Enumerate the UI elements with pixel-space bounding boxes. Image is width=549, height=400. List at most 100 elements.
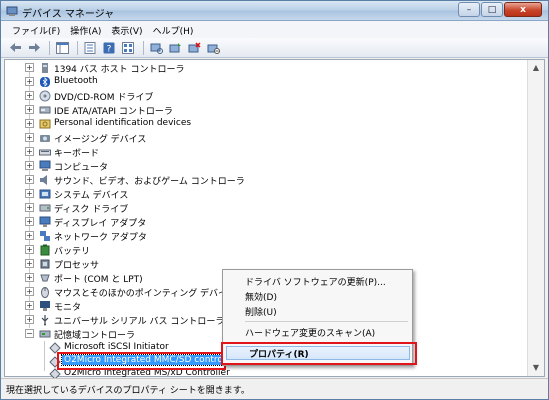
- menu-bar: ファイル(F) 操作(A) 表示(V) ヘルプ(H): [1, 21, 548, 38]
- tree-node-label: Personal identification devices: [54, 118, 192, 128]
- maximize-button[interactable]: □: [481, 2, 503, 17]
- context-menu-disable[interactable]: 無効(D): [223, 289, 412, 303]
- expand-toggle-icon[interactable]: +: [25, 301, 34, 310]
- tree-node-label: ディスク ドライブ: [54, 205, 129, 215]
- scroll-up-arrow-icon[interactable]: ▲: [528, 60, 544, 76]
- tree-node-label: DVD/CD-ROM ドライブ: [54, 93, 154, 103]
- properties-icon[interactable]: [82, 40, 98, 55]
- fingerprint-device-icon: [39, 119, 51, 129]
- expand-toggle-icon[interactable]: +: [25, 273, 34, 282]
- tree-node-label: IDE ATA/ATAPI コントローラ: [54, 107, 173, 117]
- scan-hardware-icon[interactable]: [148, 40, 164, 55]
- help-icon[interactable]: ?: [101, 40, 117, 55]
- device-manager-icon: [6, 6, 18, 16]
- device-manager-window: デバイス マネージャ – □ x ファイル(F) 操作(A) 表示(V) ヘルプ…: [0, 0, 549, 400]
- tree-node-label: イメージング デバイス: [54, 135, 147, 145]
- title-bar[interactable]: デバイス マネージャ – □ x: [1, 1, 548, 21]
- tree-node-label: 記憶域コントローラ: [54, 331, 136, 341]
- expand-toggle-icon[interactable]: +: [25, 105, 34, 114]
- close-button[interactable]: x: [504, 2, 542, 17]
- show-hide-tree-icon[interactable]: [54, 40, 70, 55]
- usb-icon: [41, 315, 49, 326]
- svg-text:?: ?: [107, 44, 112, 54]
- expand-toggle-icon[interactable]: +: [25, 231, 34, 240]
- toolbar-separator: [49, 40, 50, 55]
- tree-node-label: マウスとそのほかのポインティング デバイス: [54, 289, 236, 299]
- tree-node-label: Microsoft iSCSI Initiator: [64, 342, 169, 352]
- expand-toggle-icon[interactable]: +: [25, 161, 34, 170]
- window-title: デバイス マネージャ: [22, 9, 115, 20]
- mouse-icon: [41, 287, 49, 298]
- callout-highlight-selected-node: [57, 352, 226, 370]
- tree-node-label: コンピュータ: [54, 163, 109, 173]
- ide-controller-icon: [39, 106, 51, 114]
- uninstall-icon[interactable]: [186, 40, 202, 55]
- system-device-icon: [39, 189, 51, 199]
- tree-node-label: サウンド、ビデオ、およびゲーム コントローラ: [54, 177, 245, 187]
- menu-view[interactable]: 表示(V): [106, 21, 147, 38]
- callout-highlight-properties: [221, 342, 417, 365]
- view-icon[interactable]: [120, 40, 136, 55]
- toolbar: ?: [1, 38, 548, 58]
- storage-controller-icon: [39, 330, 51, 338]
- expand-toggle-icon[interactable]: +: [25, 133, 34, 142]
- camera-icon: [40, 135, 50, 142]
- context-menu-update-driver[interactable]: ドライバ ソフトウェアの更新(P)...: [223, 274, 412, 288]
- tree-node-label: ユニバーサル シリアル バス コントローラ: [54, 317, 225, 327]
- tree-connector: [44, 341, 45, 371]
- expand-toggle-icon[interactable]: +: [25, 77, 34, 86]
- status-bar: 現在選択しているデバイスのプロパティ シートを開きます。: [1, 378, 548, 399]
- back-icon[interactable]: [7, 40, 23, 55]
- expand-toggle-icon[interactable]: +: [25, 315, 34, 324]
- collapse-toggle-icon[interactable]: −: [25, 329, 34, 338]
- expand-toggle-icon[interactable]: +: [25, 189, 34, 198]
- expand-toggle-icon[interactable]: +: [25, 287, 34, 296]
- expand-toggle-icon[interactable]: +: [25, 119, 34, 128]
- processor-icon: [40, 259, 50, 269]
- update-driver-icon[interactable]: [167, 40, 183, 55]
- battery-icon: [40, 244, 50, 256]
- menu-file[interactable]: ファイル(F): [7, 21, 65, 38]
- toolbar-separator: [77, 40, 78, 55]
- expand-toggle-icon[interactable]: +: [25, 217, 34, 226]
- tree-node-label: 1394 バス ホスト コントローラ: [54, 65, 185, 75]
- context-menu-uninstall[interactable]: 削除(U): [223, 304, 412, 318]
- window-controls: – □ x: [458, 2, 542, 17]
- display-adapter-icon: [39, 216, 51, 227]
- vertical-scrollbar[interactable]: ▲ ▼: [527, 60, 544, 376]
- expand-toggle-icon[interactable]: +: [25, 259, 34, 268]
- tree-node-label: ポート (COM と LPT): [54, 275, 143, 285]
- tree-node-label: キーボード: [54, 149, 100, 159]
- dvd-drive-icon: [39, 90, 51, 102]
- tree-node-label: プロセッサ: [54, 261, 100, 271]
- tree-node-label: システム デバイス: [54, 191, 129, 201]
- disk-drive-icon: [39, 204, 51, 212]
- tree-node-label: バッテリ: [54, 247, 91, 257]
- status-text: 現在選択しているデバイスのプロパティ シートを開きます。: [6, 386, 250, 396]
- expand-toggle-icon[interactable]: +: [25, 175, 34, 184]
- expand-toggle-icon[interactable]: +: [25, 91, 34, 100]
- tree-node-label: Bluetooth: [54, 76, 98, 86]
- expand-toggle-icon[interactable]: +: [25, 63, 34, 72]
- expand-toggle-icon[interactable]: +: [25, 147, 34, 156]
- menu-action[interactable]: 操作(A): [65, 21, 106, 38]
- toolbar-separator: [143, 40, 144, 55]
- expand-toggle-icon[interactable]: +: [25, 203, 34, 212]
- scroll-down-arrow-icon[interactable]: ▼: [528, 360, 544, 376]
- computer-icon: [39, 160, 51, 171]
- expand-toggle-icon[interactable]: +: [25, 245, 34, 254]
- network-adapter-icon: [40, 231, 50, 241]
- minimize-button[interactable]: –: [458, 2, 480, 17]
- speaker-icon: [40, 175, 47, 185]
- tree-node-label: モニタ: [54, 303, 82, 313]
- bluetooth-icon: [40, 77, 50, 87]
- menu-help[interactable]: ヘルプ(H): [148, 21, 199, 38]
- tree-node-label: ディスプレイ アダプタ: [54, 219, 147, 229]
- 1394-controller-icon: [42, 63, 48, 73]
- monitor-icon: [40, 301, 50, 311]
- disable-icon[interactable]: [205, 40, 221, 55]
- tree-node-label: ネットワーク アダプタ: [54, 233, 147, 243]
- context-menu-scan-hardware[interactable]: ハードウェア変更のスキャン(A): [223, 325, 412, 339]
- forward-icon[interactable]: [26, 40, 42, 55]
- context-menu-separator: [245, 321, 408, 322]
